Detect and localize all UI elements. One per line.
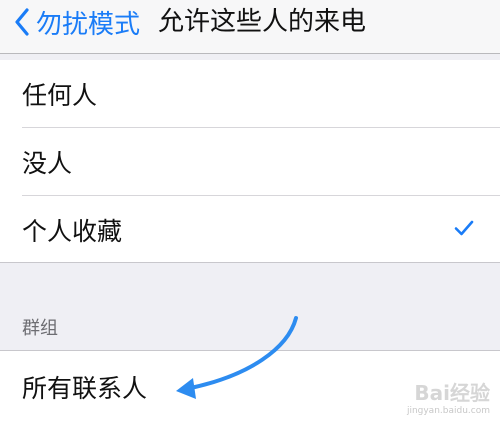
option-row-no-one[interactable]: 没人 <box>0 128 500 196</box>
checkmark-icon <box>454 220 474 240</box>
watermark-url: jingyan.baidu.com <box>406 406 490 416</box>
watermark-logo-text: Bai经验 <box>414 381 490 405</box>
option-row-favorites[interactable]: 个人收藏 <box>0 196 500 263</box>
option-label: 没人 <box>22 149 73 178</box>
page-title: 允许这些人的来电 <box>158 7 367 37</box>
back-button-label: 勿扰模式 <box>36 9 141 40</box>
option-label: 任何人 <box>22 81 98 110</box>
option-label: 个人收藏 <box>22 216 123 246</box>
group-label: 所有联系人 <box>22 374 148 403</box>
allow-calls-options-list: 任何人 没人 个人收藏 <box>0 60 500 263</box>
groups-section-header: 群组 <box>22 318 58 339</box>
back-button[interactable]: 勿扰模式 <box>14 6 141 40</box>
navigation-bar: 勿扰模式 允许这些人的来电 <box>0 0 500 54</box>
watermark: Bai经验 jingyan.baidu.com <box>407 377 490 416</box>
option-row-anyone[interactable]: 任何人 <box>0 60 500 128</box>
chevron-left-icon <box>14 8 30 36</box>
